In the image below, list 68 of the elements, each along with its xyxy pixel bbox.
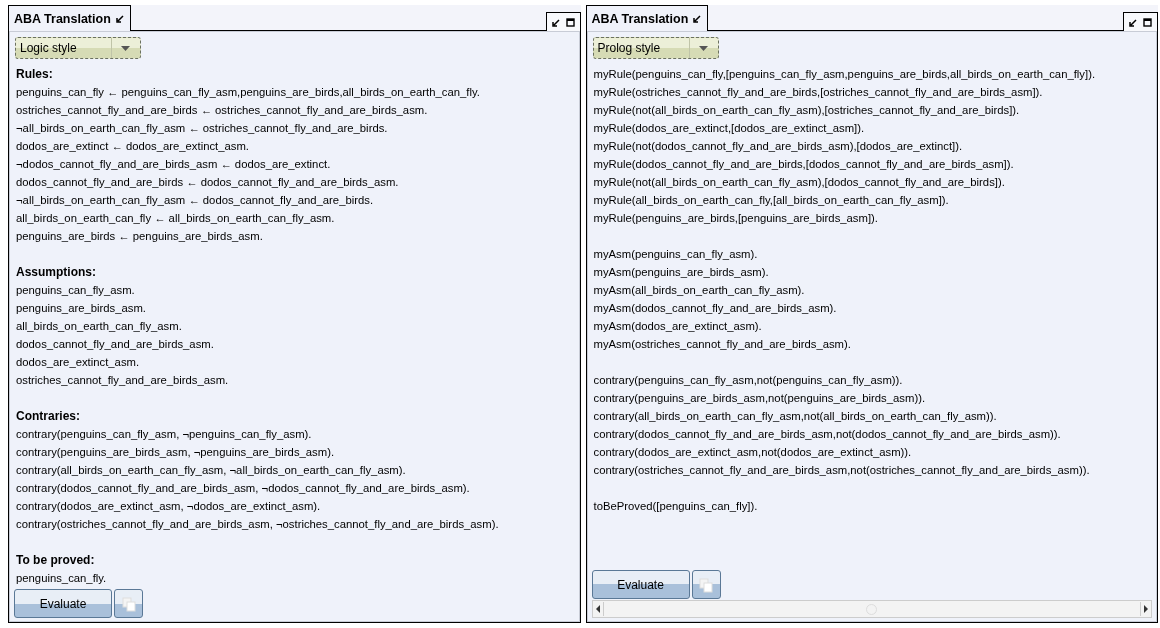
code-line: myAsm(all_birds_on_earth_can_fly_asm). — [593, 283, 806, 298]
restore-icon[interactable] — [1129, 17, 1138, 27]
code-line: myRule(ostriches_cannot_fly_and_are_birds,[ostriches_cannot_fly_and_are_birds_asm]). — [593, 85, 1044, 100]
code-line: contrary(dodos_cannot_fly_and_are_birds_asm,not(dodos_cannot_fly_and_are_birds_asm)). — [593, 427, 1062, 442]
code-line: ¬all_birds_on_earth_can_fly_asm ← dodos_cannot_fly_and_are_birds. — [16, 193, 375, 208]
pin-arrow-icon — [115, 14, 124, 23]
code-line: myAsm(dodos_are_extinct_asm). — [593, 319, 763, 334]
copy-icon — [698, 576, 714, 593]
style-dropdown[interactable]: Logic style — [15, 37, 141, 59]
code-line: contrary(penguins_are_birds_asm, ¬penguins_are_birds_asm). — [16, 445, 336, 460]
code-line: myRule(dodos_are_extinct,[dodos_are_extinct_asm]). — [593, 121, 866, 136]
section-heading: Contraries: — [16, 408, 81, 425]
pin-arrow-icon — [693, 14, 702, 23]
code-line: contrary(all_birds_on_earth_can_fly_asm,not(all_birds_on_earth_can_fly_asm)). — [593, 409, 998, 424]
code-line: all_birds_on_earth_can_fly ← all_birds_on_earth_can_fly_asm. — [16, 211, 336, 226]
restore-icon[interactable] — [551, 17, 561, 27]
section-heading: To be proved: — [16, 552, 96, 569]
code-line: contrary(penguins_can_fly_asm, ¬penguins_can_fly_asm). — [16, 427, 313, 442]
style-dropdown[interactable]: Prolog style — [592, 37, 719, 59]
code-line: myAsm(dodos_cannot_fly_and_are_birds_asm). — [593, 301, 838, 316]
copy-button[interactable] — [114, 589, 143, 618]
horizontal-scrollbar[interactable] — [591, 600, 1152, 618]
code-line: myRule(not(all_birds_on_earth_can_fly_asm),[dodos_cannot_fly_and_are_birds]). — [593, 175, 1006, 190]
code-line: penguins_can_fly. — [16, 571, 108, 586]
code-line: penguins_can_fly_asm. — [16, 283, 136, 298]
evaluate-button[interactable]: Evaluate — [14, 589, 112, 618]
code-line: contrary(ostriches_cannot_fly_and_are_birds_asm,not(ostriches_cannot_fly_and_are_birds_asm)). — [593, 463, 1091, 478]
caret-icon — [698, 45, 708, 51]
code-line: myAsm(ostriches_cannot_fly_and_are_birds_asm). — [593, 337, 852, 352]
code-line: myRule(not(all_birds_on_earth_can_fly_asm),[ostriches_cannot_fly_and_are_birds]). — [593, 103, 1021, 118]
code-line: myRule(not(dodos_cannot_fly_and_are_birds_asm),[dodos_are_extinct]). — [593, 139, 964, 154]
code-line: contrary(all_birds_on_earth_can_fly_asm, ¬all_birds_on_earth_can_fly_asm). — [16, 463, 407, 478]
code-line: myAsm(penguins_are_birds_asm). — [593, 265, 770, 280]
code-line: ostriches_cannot_fly_and_are_birds ← ostriches_cannot_fly_and_are_birds_asm. — [16, 103, 429, 118]
code-line: myRule(penguins_can_fly,[penguins_can_fly_asm,penguins_are_birds,all_birds_on_earth_can_fly]). — [593, 67, 1097, 82]
scroll-right-icon[interactable] — [1141, 602, 1151, 616]
code-line: dodos_are_extinct_asm. — [16, 355, 141, 370]
code-line: dodos_cannot_fly_and_are_birds ← dodos_cannot_fly_and_are_birds_asm. — [16, 175, 400, 190]
code-line: all_birds_on_earth_can_fly_asm. — [16, 319, 183, 334]
code-line: myRule(dodos_cannot_fly_and_are_birds,[dodos_cannot_fly_and_are_birds_asm]). — [593, 157, 1015, 172]
section-heading: Assumptions: — [16, 264, 97, 281]
code-line: contrary(ostriches_cannot_fly_and_are_birds_asm, ¬ostriches_cannot_fly_and_are_birds_asm). — [16, 517, 500, 532]
copy-icon — [120, 595, 137, 612]
code-line: penguins_can_fly ← penguins_can_fly_asm,penguins_are_birds,all_birds_on_earth_can_fly. — [16, 85, 481, 100]
code-line: dodos_are_extinct ← dodos_are_extinct_asm. — [16, 139, 250, 154]
code-line: myRule(all_birds_on_earth_can_fly,[all_birds_on_earth_can_fly_asm]). — [593, 193, 950, 208]
code-line: contrary(penguins_are_birds_asm,not(penguins_are_birds_asm)). — [593, 391, 927, 406]
copy-button[interactable] — [691, 570, 721, 599]
code-line: toBeProved([penguins_can_fly]). — [593, 499, 759, 514]
panel-tab[interactable]: ABA Translation — [585, 5, 709, 31]
code-line: ¬all_birds_on_earth_can_fly_asm ← ostriches_cannot_fly_and_are_birds. — [16, 121, 389, 136]
caret-icon — [121, 45, 130, 51]
code-line: contrary(dodos_are_extinct_asm,not(dodos_are_extinct_asm)). — [593, 445, 913, 460]
code-line: myRule(penguins_are_birds,[penguins_are_birds_asm]). — [593, 211, 879, 226]
section-heading: Rules: — [16, 66, 54, 83]
code-line: contrary(dodos_cannot_fly_and_are_birds_asm, ¬dodos_cannot_fly_and_are_birds_asm). — [16, 481, 471, 496]
code-line: contrary(penguins_can_fly_asm,not(penguins_can_fly_asm)). — [593, 373, 904, 388]
code-line: ostriches_cannot_fly_and_are_birds_asm. — [16, 373, 230, 388]
code-line: penguins_are_birds ← penguins_are_birds_asm. — [16, 229, 264, 244]
code-line: dodos_cannot_fly_and_are_birds_asm. — [16, 337, 215, 352]
panel-tab[interactable]: ABA Translation — [8, 5, 131, 31]
code-line: myAsm(penguins_can_fly_asm). — [593, 247, 759, 262]
code-line: contrary(dodos_are_extinct_asm, ¬dodos_are_extinct_asm). — [16, 499, 322, 514]
code-line: ¬dodos_cannot_fly_and_are_birds_asm ← dodos_are_extinct. — [16, 157, 332, 172]
evaluate-button[interactable]: Evaluate — [591, 570, 690, 599]
code-line: penguins_are_birds_asm. — [16, 301, 147, 316]
maximize-icon[interactable] — [565, 17, 575, 27]
maximize-icon[interactable] — [1143, 17, 1152, 27]
